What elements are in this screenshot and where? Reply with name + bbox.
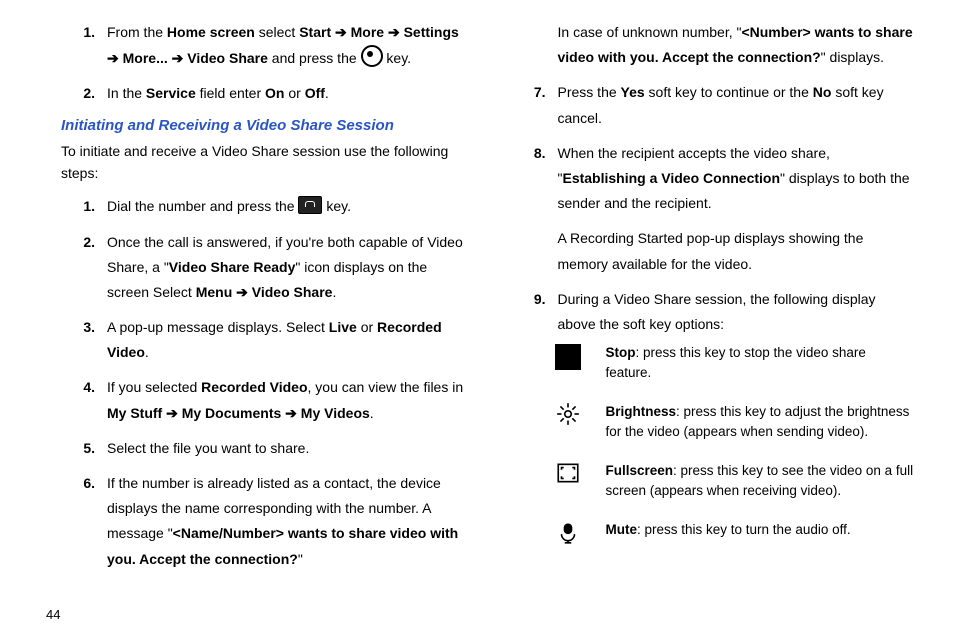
step-item: 1.Dial the number and press the key. [55, 194, 464, 219]
step-number: 3. [55, 315, 107, 365]
step-text: In the Service field enter On or Off. [107, 81, 464, 106]
step-text: When the recipient accepts the video sha… [558, 141, 915, 217]
option-icon-wrap [554, 461, 582, 489]
step-number: 1. [55, 194, 107, 219]
option-item: Fullscreen: press this key to see the vi… [554, 461, 915, 500]
step-number: 6. [55, 471, 107, 572]
steps-list-a: 1.From the Home screen select Start ➔ Mo… [55, 20, 464, 107]
step-item: 9.During a Video Share session, the foll… [506, 287, 915, 337]
step-item: 2.In the Service field enter On or Off. [55, 81, 464, 106]
stop-icon [555, 344, 581, 370]
steps-list-d: 9.During a Video Share session, the foll… [506, 287, 915, 337]
steps-list-c: 7.Press the Yes soft key to continue or … [506, 80, 915, 216]
step-number: 2. [55, 81, 107, 106]
option-text: Brightness: press this key to adjust the… [606, 402, 915, 441]
mute-icon [555, 519, 581, 550]
step-number: 2. [55, 230, 107, 306]
step-number: 5. [55, 436, 107, 461]
step-number: 9. [506, 287, 558, 337]
option-item: Mute: press this key to turn the audio o… [554, 520, 915, 548]
brightness-icon [555, 401, 581, 432]
step-text: Dial the number and press the key. [107, 194, 464, 219]
after-step-6-text: In case of unknown number, "<Number> wan… [558, 20, 915, 70]
step-item: 4.If you selected Recorded Video, you ca… [55, 375, 464, 425]
step-item: 8.When the recipient accepts the video s… [506, 141, 915, 217]
step-number: 4. [55, 375, 107, 425]
section-heading: Initiating and Receiving a Video Share S… [61, 117, 464, 134]
section-lead: To initiate and receive a Video Share se… [61, 140, 464, 185]
step-number: 7. [506, 80, 558, 130]
step-item: 5.Select the file you want to share. [55, 436, 464, 461]
step-item: 7.Press the Yes soft key to continue or … [506, 80, 915, 130]
page-number: 44 [46, 607, 60, 622]
step-text: Press the Yes soft key to continue or th… [558, 80, 915, 130]
option-text: Fullscreen: press this key to see the vi… [606, 461, 915, 500]
option-icon-wrap [554, 520, 582, 548]
step-item: 3.A pop-up message displays. Select Live… [55, 315, 464, 365]
option-icon-wrap [554, 343, 582, 371]
manual-page: 1.From the Home screen select Start ➔ Mo… [0, 0, 954, 610]
steps-list-b: 1.Dial the number and press the key.2.On… [55, 194, 464, 571]
ok-key-icon [361, 45, 383, 67]
option-text: Mute: press this key to turn the audio o… [606, 520, 915, 540]
option-icon-wrap [554, 402, 582, 430]
step-text: A pop-up message displays. Select Live o… [107, 315, 464, 365]
step-number: 8. [506, 141, 558, 217]
step-text: If you selected Recorded Video, you can … [107, 375, 464, 425]
option-item: Stop: press this key to stop the video s… [554, 343, 915, 382]
step-text: During a Video Share session, the follow… [558, 287, 915, 337]
step-item: 1.From the Home screen select Start ➔ Mo… [55, 20, 464, 71]
call-key-icon [298, 196, 322, 214]
step-text: If the number is already listed as a con… [107, 471, 464, 572]
step-text: Select the file you want to share. [107, 436, 464, 461]
option-item: Brightness: press this key to adjust the… [554, 402, 915, 441]
step-text: Once the call is answered, if you're bot… [107, 230, 464, 306]
step-number: 1. [55, 20, 107, 71]
option-text: Stop: press this key to stop the video s… [606, 343, 915, 382]
step-text: From the Home screen select Start ➔ More… [107, 20, 464, 71]
after-step-8-text: A Recording Started pop-up displays show… [558, 226, 915, 276]
step-item: 2.Once the call is answered, if you're b… [55, 230, 464, 306]
step-item: 6.If the number is already listed as a c… [55, 471, 464, 572]
fullscreen-icon [555, 460, 581, 491]
